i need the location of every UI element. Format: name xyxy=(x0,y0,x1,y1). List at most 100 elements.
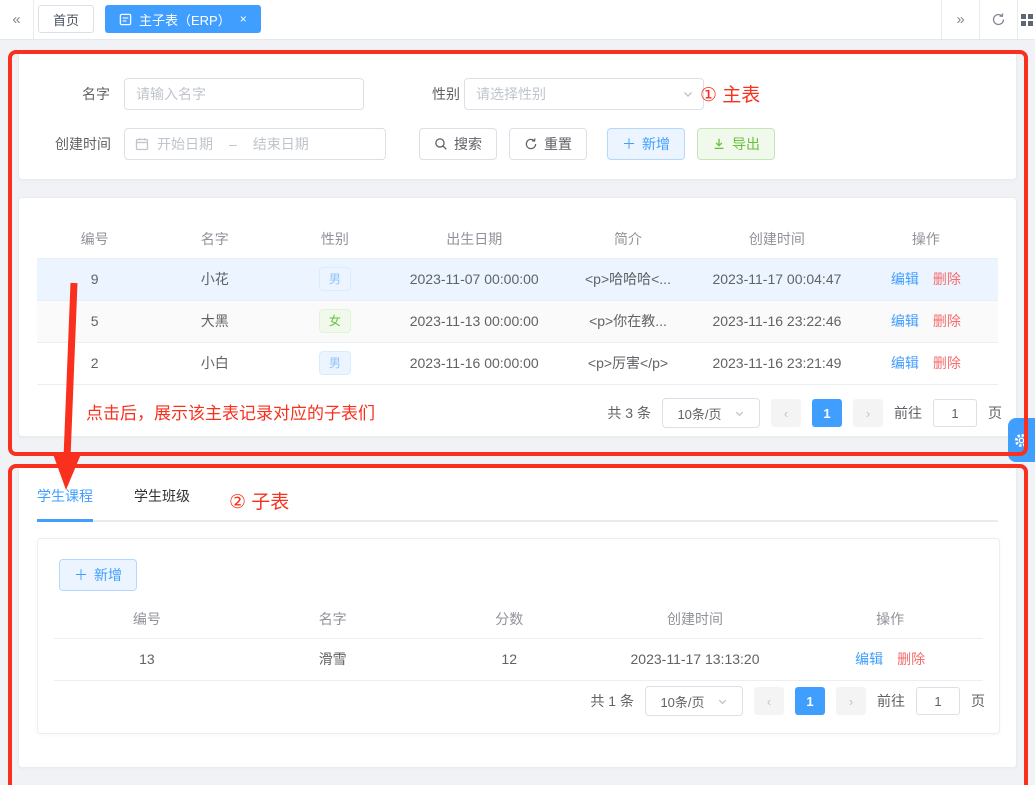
cell-name: 小花 xyxy=(152,258,278,301)
chevron-right-icon: › xyxy=(865,405,871,421)
page-size-select[interactable]: 10条/页 xyxy=(662,398,760,428)
chevron-down-icon xyxy=(717,696,728,707)
plus-icon: ＋ xyxy=(622,136,636,152)
sub-tabs: 学生课程 学生班级 xyxy=(37,486,190,522)
sub-table: 编号 名字 分数 创建时间 操作 13 滑雪 12 2023-11-17 13: xyxy=(54,600,983,681)
refresh-icon xyxy=(991,12,1006,27)
name-input[interactable] xyxy=(124,78,364,110)
export-button[interactable]: 导出 xyxy=(697,128,775,160)
search-form-card: 名字 性别 创建时间 开始日期 – 结束日期 搜索 xyxy=(18,50,1017,180)
cell-id: 5 xyxy=(37,300,153,343)
page-number-button[interactable]: 1 xyxy=(812,399,842,427)
close-icon[interactable]: × xyxy=(240,12,247,26)
cell-created: 2023-11-16 23:22:46 xyxy=(700,300,854,343)
date-range-input[interactable]: 开始日期 – 结束日期 xyxy=(124,128,386,160)
table-row[interactable]: 2 小白 男 2023-11-16 00:00:00 <p>厉害</p> 202… xyxy=(37,342,998,385)
edit-link[interactable]: 编辑 xyxy=(891,355,919,371)
col-header-name: 名字 xyxy=(239,600,426,639)
tab-master-child-erp[interactable]: 主子表（ERP） × xyxy=(105,5,261,33)
date-end-placeholder[interactable]: 结束日期 xyxy=(253,134,309,154)
collapse-right-button[interactable]: » xyxy=(941,0,979,39)
delete-link[interactable]: 删除 xyxy=(897,651,925,667)
cell-created: 2023-11-17 13:13:20 xyxy=(592,638,798,681)
tab-home[interactable]: 首页 xyxy=(38,5,95,33)
gender-tag: 男 xyxy=(318,267,351,291)
page-unit-label: 页 xyxy=(971,693,985,709)
sub-add-button[interactable]: ＋ 新增 xyxy=(59,559,137,591)
goto-label: 前往 xyxy=(877,693,905,709)
settings-fab-button[interactable] xyxy=(1008,418,1035,462)
cell-birth: 2023-11-07 00:00:00 xyxy=(392,258,556,301)
tab-student-courses[interactable]: 学生课程 xyxy=(37,486,93,522)
sub-table-header-row: 编号 名字 分数 创建时间 操作 xyxy=(54,600,983,639)
goto-page-input[interactable] xyxy=(933,399,977,427)
cell-intro: <p>你在教... xyxy=(555,300,701,343)
tab-student-classes[interactable]: 学生班级 xyxy=(134,486,190,522)
reset-button[interactable]: 重置 xyxy=(509,128,587,160)
gender-select-input[interactable] xyxy=(464,78,704,110)
gender-select[interactable] xyxy=(464,78,704,110)
goto-page-input[interactable] xyxy=(916,687,960,715)
sub-pagination: 共 1 条 10条/页 ‹ 1 › 前往 页 xyxy=(590,686,985,716)
app-window: « 首页 主子表（ERP） × » 名字 性别 xyxy=(0,0,1035,785)
reset-icon xyxy=(524,137,538,151)
tab-home-label: 首页 xyxy=(53,12,80,28)
main-table: 编号 名字 性别 出生日期 简介 创建时间 操作 9 小花 男 2023-11- xyxy=(37,220,998,385)
gender-tag: 男 xyxy=(318,351,351,375)
edit-link[interactable]: 编辑 xyxy=(855,651,883,667)
delete-link[interactable]: 删除 xyxy=(933,355,961,371)
form-icon xyxy=(119,13,132,26)
page-tabs-bar: « 首页 主子表（ERP） × » xyxy=(0,0,1035,40)
cell-id: 13 xyxy=(54,638,240,681)
delete-link[interactable]: 删除 xyxy=(933,313,961,329)
col-header-score: 分数 xyxy=(425,600,593,639)
page-number-button[interactable]: 1 xyxy=(795,687,825,715)
col-header-id: 编号 xyxy=(54,600,240,639)
page-size-value: 10条/页 xyxy=(677,406,722,422)
cell-id: 9 xyxy=(37,258,153,301)
refresh-page-button[interactable] xyxy=(979,0,1017,39)
col-header-gender: 性别 xyxy=(277,220,393,259)
col-header-name: 名字 xyxy=(152,220,278,259)
add-button[interactable]: ＋ 新增 xyxy=(607,128,685,160)
prev-page-button[interactable]: ‹ xyxy=(771,399,801,427)
page-unit-label: 页 xyxy=(988,405,1002,421)
sub-table-panel: ＋ 新增 编号 名字 分数 创建时间 操作 13 滑雪 12 2023-11-1… xyxy=(37,538,1000,734)
gear-icon xyxy=(1013,432,1030,449)
layout-grid-button[interactable] xyxy=(1017,0,1035,39)
collapse-left-button[interactable]: « xyxy=(0,0,34,39)
cell-birth: 2023-11-13 00:00:00 xyxy=(392,300,556,343)
reset-button-label: 重置 xyxy=(544,136,572,152)
prev-page-button[interactable]: ‹ xyxy=(754,687,784,715)
edit-link[interactable]: 编辑 xyxy=(891,313,919,329)
col-header-id: 编号 xyxy=(37,220,153,259)
tab-active-label: 主子表（ERP） xyxy=(139,12,231,28)
cell-intro: <p>哈哈哈<... xyxy=(555,258,701,301)
table-row[interactable]: 13 滑雪 12 2023-11-17 13:13:20 编辑 删除 xyxy=(54,638,983,681)
col-header-actions: 操作 xyxy=(853,220,998,259)
table-row[interactable]: 5 大黑 女 2023-11-13 00:00:00 <p>你在教... 202… xyxy=(37,300,998,343)
page-size-select[interactable]: 10条/页 xyxy=(645,686,743,716)
next-page-button[interactable]: › xyxy=(853,399,883,427)
delete-link[interactable]: 删除 xyxy=(933,271,961,287)
cell-name: 大黑 xyxy=(152,300,278,343)
table-row[interactable]: 9 小花 男 2023-11-07 00:00:00 <p>哈哈哈<... 20… xyxy=(37,258,998,301)
search-icon xyxy=(434,137,448,151)
double-chevron-right-icon: » xyxy=(956,11,965,28)
grid-icon xyxy=(1020,13,1033,26)
add-button-label: 新增 xyxy=(642,136,670,152)
date-start-placeholder[interactable]: 开始日期 xyxy=(157,134,213,154)
cell-name: 小白 xyxy=(152,342,278,385)
goto-label: 前往 xyxy=(894,405,922,421)
col-header-created: 创建时间 xyxy=(592,600,798,639)
gender-field-label: 性别 xyxy=(432,86,460,102)
search-button[interactable]: 搜索 xyxy=(419,128,497,160)
edit-link[interactable]: 编辑 xyxy=(891,271,919,287)
total-count: 共 3 条 xyxy=(607,405,651,421)
next-page-button[interactable]: › xyxy=(836,687,866,715)
cell-birth: 2023-11-16 00:00:00 xyxy=(392,342,556,385)
gender-tag: 女 xyxy=(318,309,351,333)
main-table-card: 编号 名字 性别 出生日期 简介 创建时间 操作 9 小花 男 2023-11- xyxy=(18,197,1017,437)
main-table-header-row: 编号 名字 性别 出生日期 简介 创建时间 操作 xyxy=(37,220,998,259)
col-header-actions: 操作 xyxy=(797,600,983,639)
